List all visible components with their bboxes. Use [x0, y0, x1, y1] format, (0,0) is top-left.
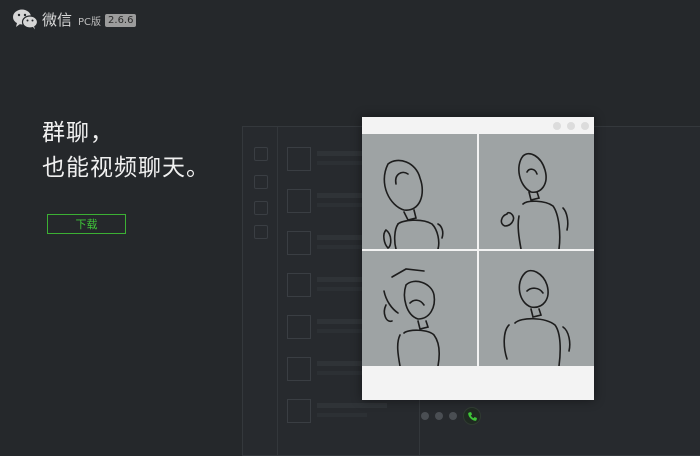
- maximize-icon[interactable]: [567, 122, 575, 130]
- pager-dot[interactable]: [435, 412, 443, 420]
- sketch-figure-icon: [383, 159, 444, 249]
- minimize-icon[interactable]: [553, 122, 561, 130]
- list-item: [287, 397, 407, 425]
- window-titlebar: [362, 117, 594, 134]
- pager-dot-active[interactable]: [463, 407, 481, 425]
- settings-icon: [254, 225, 268, 239]
- sketch-figure-icon: [500, 152, 569, 249]
- video-tile: [362, 251, 477, 366]
- pager-dot[interactable]: [449, 412, 457, 420]
- pager-dot[interactable]: [421, 412, 429, 420]
- download-button[interactable]: 下载: [47, 214, 126, 234]
- wechat-logo-icon: [13, 9, 38, 30]
- app-header: 微信 PC版 2.6.6: [12, 6, 137, 32]
- hero-line-2: 也能视频聊天。: [42, 155, 210, 181]
- video-tile: [362, 134, 477, 249]
- hero-headline: 群聊， 也能视频聊天。: [42, 116, 210, 186]
- sketch-figure-icon: [503, 269, 571, 366]
- chat-icon: [254, 147, 268, 161]
- call-controls-bar: [362, 367, 594, 400]
- video-grid: [362, 134, 594, 367]
- sketch-figure-icon: [383, 268, 440, 366]
- hero-line-1: 群聊，: [42, 120, 114, 146]
- favorites-icon: [254, 201, 268, 215]
- video-tile: [479, 251, 594, 366]
- video-tile: [479, 134, 594, 249]
- version-badge: 2.6.6: [105, 13, 137, 27]
- mockup-sidebar: [243, 127, 278, 455]
- edition-label: PC版: [78, 16, 102, 28]
- phone-icon: [467, 411, 477, 421]
- app-name: 微信: [42, 10, 73, 29]
- contacts-icon: [254, 175, 268, 189]
- carousel-pager: [421, 407, 481, 425]
- group-video-call-window: [362, 117, 594, 400]
- close-icon[interactable]: [581, 122, 589, 130]
